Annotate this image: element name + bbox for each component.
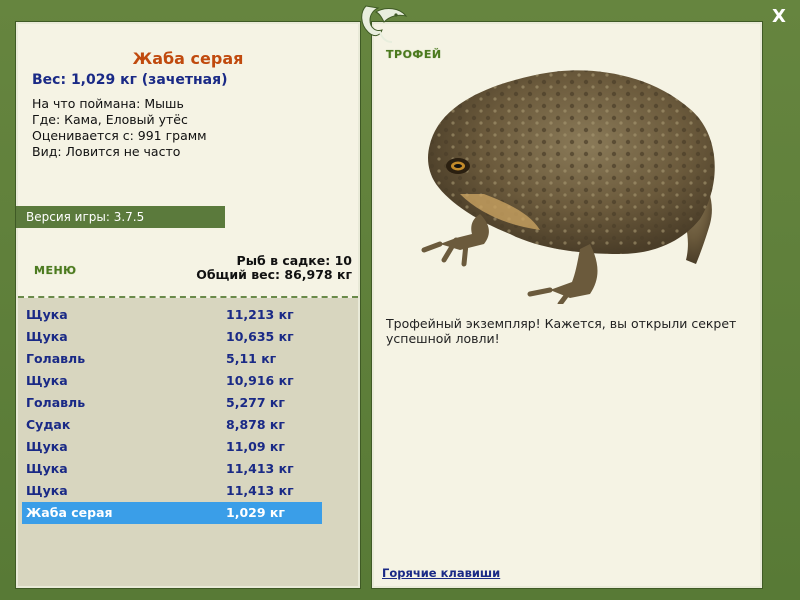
- catch-fish-name: Жаба серая: [26, 505, 113, 520]
- catch-list: Щука 11,213 кг Щука 10,635 кг Голавль 5,11 кг…: [18, 298, 358, 586]
- catch-fish-name: Щука: [26, 439, 68, 454]
- catch-fish-weight: 8,878 кг: [226, 417, 285, 432]
- close-icon: X: [772, 6, 786, 27]
- trophy-message: Трофейный экземпляр! Кажется, вы открыли…: [386, 316, 737, 346]
- keep-count: Рыб в садке: 10: [236, 253, 352, 268]
- catch-fish-weight: 11,09 кг: [226, 439, 285, 454]
- catch-row[interactable]: Щука 11,213 кг: [22, 304, 322, 326]
- close-button[interactable]: X: [768, 6, 790, 28]
- catch-fish-weight: 11,413 кг: [226, 483, 294, 498]
- catch-fish-weight: 5,11 кг: [226, 351, 277, 366]
- catch-fish-weight: 11,213 кг: [226, 307, 294, 322]
- catch-row[interactable]: Щука 11,413 кг: [22, 458, 322, 480]
- catch-fish-name: Щука: [26, 483, 68, 498]
- catch-row[interactable]: Судак 8,878 кг: [22, 414, 322, 436]
- catch-fish-weight: 5,277 кг: [226, 395, 285, 410]
- info-rarity: Вид: Ловится не часто: [32, 144, 181, 159]
- catch-row[interactable]: Щука 10,916 кг: [22, 370, 322, 392]
- catch-fish-name: Голавль: [26, 351, 86, 366]
- catch-fish-name: Щука: [26, 461, 68, 476]
- fish-info-lines: На что поймана: Мышь Где: Кама, Еловый у…: [32, 96, 207, 160]
- catch-fish-name: Щука: [26, 307, 68, 322]
- catch-fish-name: Голавль: [26, 395, 86, 410]
- hotkeys-link[interactable]: Горячие клавиши: [382, 566, 500, 580]
- catch-row[interactable]: Голавль 5,11 кг: [22, 348, 322, 370]
- menu-button[interactable]: МЕНЮ: [34, 264, 77, 277]
- toad-image: [421, 70, 715, 304]
- catch-fish-weight: 10,916 кг: [226, 373, 294, 388]
- info-threshold: Оценивается с: 991 грамм: [32, 128, 207, 143]
- fish-title: Жаба серая: [132, 49, 244, 68]
- trophy-panel: ТРОФЕЙ Трофейный экземпляр! Кажется, вы …: [371, 21, 763, 589]
- fish-weight: Вес: 1,029 кг (зачетная): [32, 72, 228, 88]
- fish-logo-icon: [361, 5, 408, 43]
- fish-details: Жаба серая Вес: 1,029 кг (зачетная) На ч…: [16, 24, 358, 298]
- keep-total-weight: Общий вес: 86,978 кг: [196, 267, 352, 282]
- catch-row[interactable]: Щука 10,635 кг: [22, 326, 322, 348]
- catch-row[interactable]: Щука 11,413 кг: [22, 480, 322, 502]
- catch-fish-name: Щука: [26, 329, 68, 344]
- info-bait: На что поймана: Мышь: [32, 96, 184, 111]
- catch-row[interactable]: Щука 11,09 кг: [22, 436, 322, 458]
- info-location: Где: Кама, Еловый утёс: [32, 112, 188, 127]
- catch-fish-weight: 11,413 кг: [226, 461, 294, 476]
- catch-fish-name: Щука: [26, 373, 68, 388]
- catch-row[interactable]: Голавль 5,277 кг: [22, 392, 322, 414]
- keep-stats: Рыб в садке: 10 Общий вес: 86,978 кг: [196, 254, 352, 282]
- fish-info-panel: Жаба серая Вес: 1,029 кг (зачетная) На ч…: [15, 21, 361, 589]
- catch-row[interactable]: Жаба серая 1,029 кг: [22, 502, 322, 524]
- catch-fish-weight: 1,029 кг: [226, 505, 285, 520]
- game-version: Версия игры: 3.7.5: [16, 206, 225, 228]
- catch-fish-name: Судак: [26, 417, 71, 432]
- catch-fish-weight: 10,635 кг: [226, 329, 294, 344]
